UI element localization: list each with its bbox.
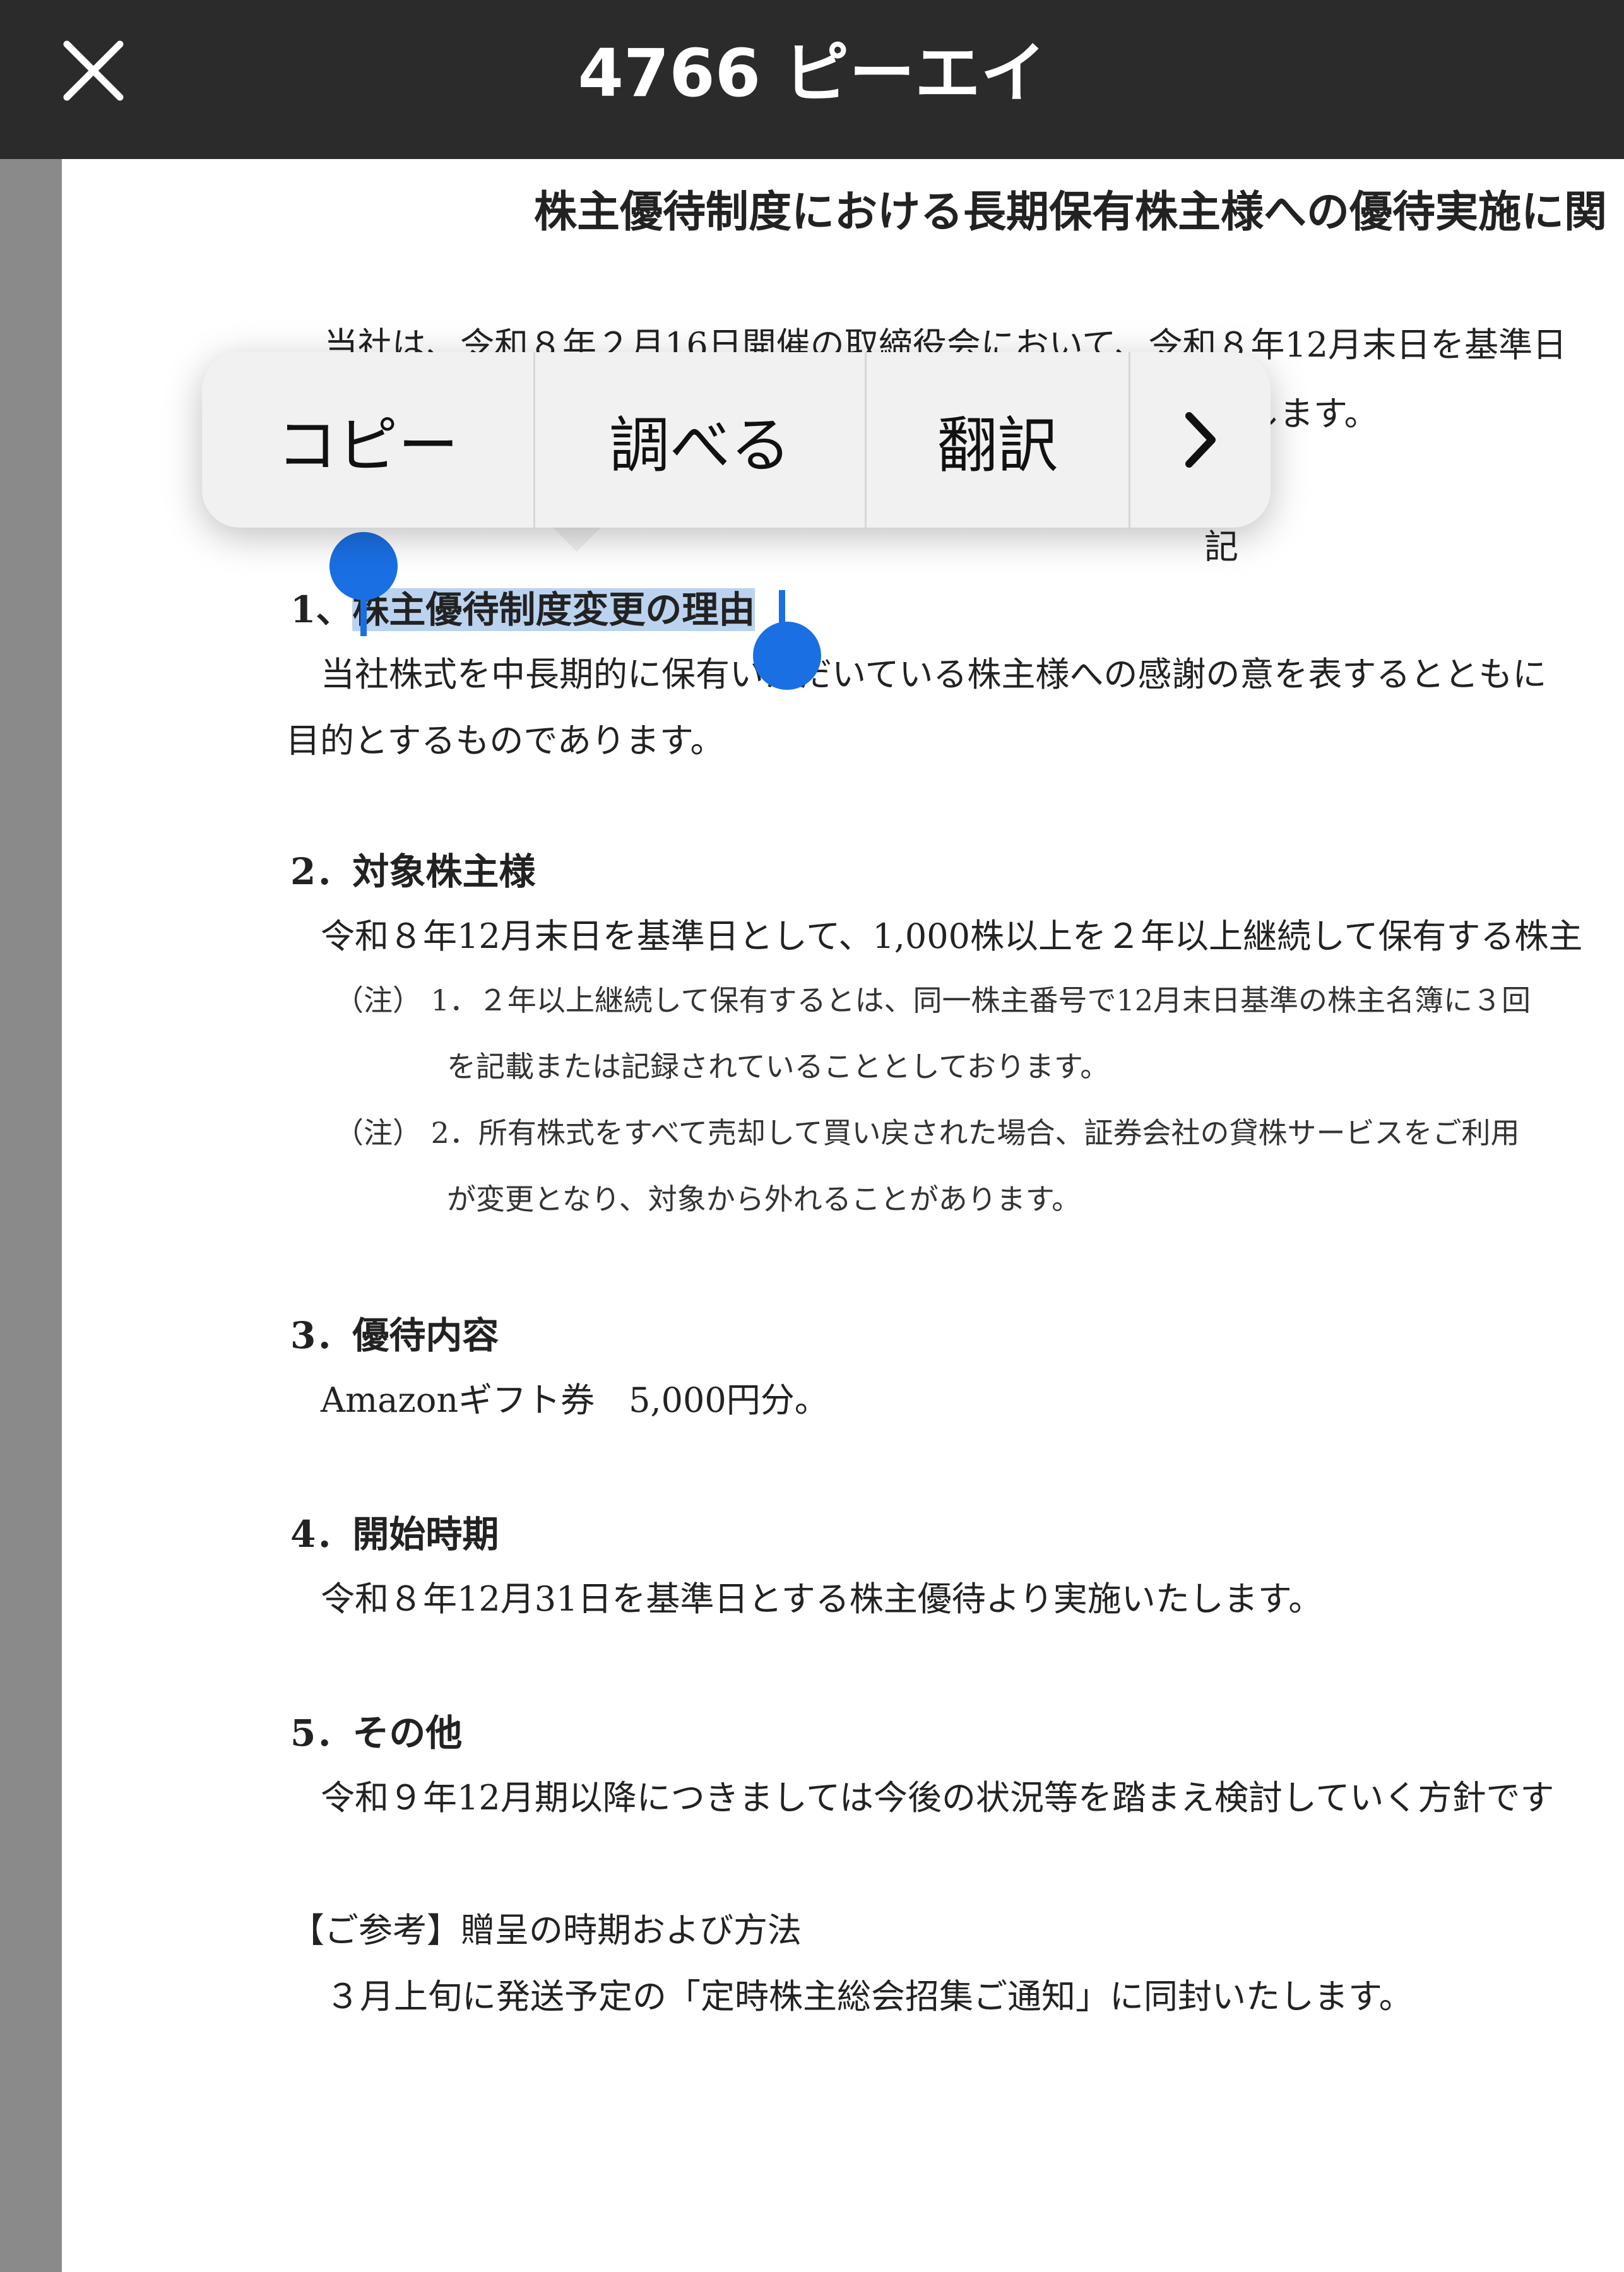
lookup-menu-item[interactable]: 調べる (535, 352, 865, 528)
copy-menu-item[interactable]: コピー (202, 352, 533, 528)
section3-heading: 3．優待内容 (290, 1314, 499, 1357)
document-margin (0, 159, 62, 2272)
section2-note2-line-1: （注） 2．所有株式をすべて売却して買い戻された場合、証券会社の貸株サービスをご… (335, 1116, 1520, 1150)
context-menu: コピー 調べる 翻訳 (202, 352, 1271, 528)
section2-note1-line-1: （注） 1．２年以上継続して保有するとは、同一株主番号で12月末日基準の株主名簿… (335, 983, 1531, 1017)
section5-body: 令和９年12月期以降につきましては今後の状況等を踏まえ検討していく方針です (321, 1778, 1555, 1818)
selection-start-stem (360, 587, 367, 636)
translate-menu-item[interactable]: 翻訳 (867, 352, 1129, 528)
section3-body: Amazonギフト券 5,000円分。 (321, 1380, 829, 1420)
context-menu-pointer (549, 524, 605, 552)
section2-note1-line-2: を記載または記録されていることとしております。 (447, 1050, 1110, 1084)
top-bar: 4766 ピーエイ (0, 0, 1624, 159)
section1-number: 1、 (290, 588, 353, 631)
section1-body-line-1: 当社株式を中長期的に保有いただいている株主様への感謝の意を表するとともに (321, 654, 1547, 694)
section2-body: 令和８年12月末日を基準日として、1,000株以上を２年以上継続して保有する株主 (321, 916, 1583, 956)
document-title: 株主優待制度における長期保有株主様への優待実施に関 (534, 187, 1608, 237)
footer-body: ３月上旬に発送予定の「定時株主総会招集ご通知」に同封いたします。 (326, 1977, 1413, 2016)
section4-heading: 4．開始時期 (290, 1513, 499, 1556)
chevron-right-icon (1185, 412, 1216, 468)
ki-label: 記 (1204, 527, 1238, 567)
page-title: 4766 ピーエイ (578, 34, 1046, 112)
selection-end-handle[interactable] (753, 622, 821, 690)
section4-body: 令和８年12月31日を基準日とする株主優待より実施いたします。 (321, 1579, 1323, 1619)
section2-heading: 2．対象株主様 (290, 850, 536, 893)
section1-body-line-2: 目的とするものであります。 (286, 721, 725, 760)
selected-text[interactable]: 株主優待制度変更の理由 (352, 588, 756, 631)
section2-note2-line-2: が変更となり、対象から外れることがあります。 (447, 1182, 1081, 1216)
footer-heading: 【ご参考】贈呈の時期および方法 (290, 1910, 802, 1950)
section5-heading: 5．その他 (290, 1712, 463, 1754)
more-menu-item[interactable] (1130, 352, 1271, 528)
